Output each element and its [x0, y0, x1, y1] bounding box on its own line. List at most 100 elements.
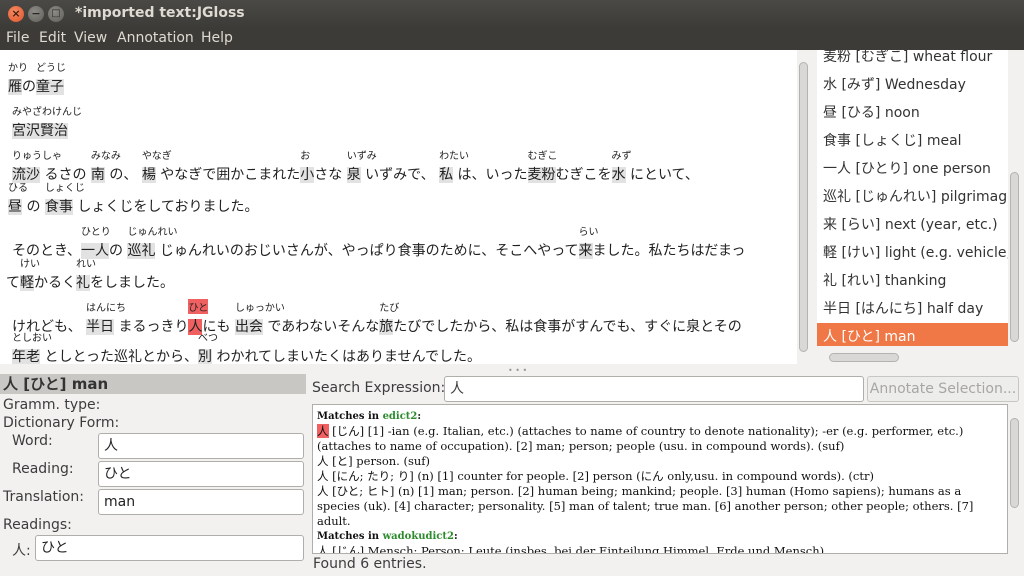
word-text: 食事 — [44, 199, 73, 215]
word-text: 半日 — [86, 319, 115, 335]
window-title: *imported text:JGloss — [75, 5, 245, 21]
plain-text: たびでしたから、私は食事がすんでも、すぐに泉とその — [393, 319, 742, 335]
annotated-word[interactable]: しゅっかい 出会 — [234, 303, 285, 336]
word-reading: しょくじ — [44, 183, 85, 194]
annotated-word[interactable]: れい礼 — [76, 259, 96, 292]
document-scrollbar-thumb[interactable] — [799, 62, 808, 352]
gramm-type-label: Gramm. type: — [3, 397, 101, 413]
menu-edit[interactable]: Edit — [39, 30, 66, 46]
menu-file[interactable]: File — [6, 30, 29, 46]
annotated-word[interactable]: むぎこ 麦粉 — [527, 151, 558, 184]
reading-label: Reading: — [12, 461, 74, 477]
word-reading: みず — [611, 151, 632, 162]
readings-item-label: 人: — [12, 543, 31, 559]
plain-text: かるく — [34, 275, 76, 291]
close-window-button[interactable]: × — [8, 6, 24, 22]
annotation-list-item[interactable]: 人 [ひと] man — [817, 323, 1008, 346]
plain-text: としとった巡礼とから、 — [40, 349, 199, 364]
word-reading: りゅうしゃ — [12, 151, 62, 162]
word-text: 童子 — [36, 79, 64, 95]
annotation-list-scrollbar-thumb[interactable] — [1010, 172, 1019, 342]
annotation-list-item[interactable]: 来 [らい] next (year, etc.) — [817, 211, 1008, 239]
readings-item-field[interactable]: ひと — [35, 535, 304, 561]
translation-label: Translation: — [3, 489, 84, 505]
plain-text: の — [109, 243, 128, 259]
reading-field[interactable]: ひと — [98, 461, 304, 487]
dictionary-form-label: Dictionary Form: — [3, 415, 120, 431]
annotated-word[interactable]: はんにち 半日 — [86, 303, 126, 336]
menu-annotation[interactable]: Annotation — [117, 30, 194, 46]
annotated-word[interactable]: みず水 — [611, 151, 632, 184]
annotation-list-item[interactable]: 麦粉 [むぎこ] wheat flour — [817, 50, 1008, 71]
word-reading: たび — [379, 303, 400, 314]
results-scrollbar-thumb[interactable] — [1010, 418, 1019, 508]
annotation-list-item[interactable]: 食事 [しょくじ] meal — [817, 127, 1008, 155]
annotation-list-hscrollbar-thumb[interactable] — [829, 353, 899, 362]
annotated-word[interactable]: お小 — [300, 151, 315, 184]
matches-header: Matches in wadokudict2: — [317, 531, 458, 542]
dictionary-entry: 人 [と] person. (suf) — [317, 454, 431, 468]
word-reading: かり — [8, 63, 28, 74]
annotated-word[interactable]: ひる昼 — [8, 183, 28, 216]
annotated-word[interactable]: しょくじ 食事 — [44, 183, 85, 216]
plain-text: じゅんれいのおじいさんが、やっぱり食事のために、そこへやって — [155, 243, 579, 259]
word-reading: みやざわけんじ — [12, 107, 82, 118]
word-label: Word: — [12, 433, 53, 449]
annotated-word[interactable]: いずみ泉 — [346, 151, 377, 184]
translation-field[interactable]: man — [98, 489, 304, 515]
annotation-list-hscrollbar[interactable] — [817, 350, 1008, 366]
word-reading: ひと — [188, 299, 209, 314]
word-reading: べつ — [198, 333, 219, 344]
text-line: てけい 軽かるく れい 礼をしました。 — [6, 259, 174, 292]
annotated-word[interactable]: らい来 — [578, 227, 599, 260]
word-field[interactable]: 人 — [98, 433, 304, 459]
text-line: りゅうしゃ 流沙 るさの みなみ南 の、 やなぎ楊 やなぎで囲かこまれたお小さな … — [12, 151, 699, 184]
document-scrollbar[interactable] — [797, 50, 813, 366]
dictionary-name: wadokudict2 — [382, 531, 454, 542]
annotated-word[interactable]: みなみ南 — [90, 151, 121, 184]
menu-view[interactable]: View — [74, 30, 107, 46]
annotation-list-item[interactable]: 半日 [はんにち] half day — [817, 295, 1008, 323]
annotated-word[interactable]: みやざわけんじ 宮沢賢治 — [12, 107, 82, 140]
annotation-list-item[interactable]: 一人 [ひとり] one person — [817, 155, 1008, 183]
annotation-list-scrollbar[interactable] — [1008, 50, 1024, 350]
word-text: 巡礼 — [127, 243, 156, 259]
annotated-word[interactable]: かり雁 — [8, 63, 28, 96]
annotated-word[interactable]: じゅんれい 巡礼 — [127, 227, 177, 260]
word-text: 出会 — [234, 319, 263, 335]
annotated-word[interactable]: どうじ 童子 — [36, 63, 66, 96]
plain-text: の — [22, 199, 45, 215]
plain-text: をしました。 — [90, 275, 174, 291]
annotation-list[interactable]: 麦粉 [むぎこ] wheat flour 水 [みず] Wednesday 昼 [ひ… — [817, 50, 1008, 346]
annotation-list-item[interactable]: 軽 [けい] light (e.g. vehicle, — [817, 239, 1008, 267]
plain-text: の — [22, 79, 36, 95]
annotated-document-view[interactable]: かり 雁の どうじ 童子 みやざわけんじ 宮沢賢治 りゅうしゃ 流沙 るさの みなみ南 の、 … — [0, 50, 797, 364]
title-bar: × − □ *imported text:JGloss — [0, 0, 1024, 28]
annotated-word[interactable]: けい軽 — [20, 259, 40, 292]
word-text: 年老 — [12, 349, 40, 364]
menu-help[interactable]: Help — [201, 30, 233, 46]
annotation-list-item[interactable]: 礼 [れい] thanking — [817, 267, 1008, 295]
word-reading: としおい — [12, 333, 52, 344]
splitter-handle[interactable]: • • • — [508, 366, 527, 375]
annotation-list-item[interactable]: 昼 [ひる] noon — [817, 99, 1008, 127]
dictionary-results: Matches in edict2: 人 [じん] [1] -ian (e.g. … — [312, 404, 1008, 554]
editor-header: 人 [ひと] man — [0, 374, 306, 394]
annotated-word[interactable]: べつ別 — [198, 333, 218, 364]
annotated-word[interactable]: たび旅 — [379, 303, 399, 336]
annotated-word[interactable]: わたい私 — [439, 151, 469, 184]
annotated-word[interactable]: やなぎ楊 — [141, 151, 172, 184]
minimize-window-button[interactable]: − — [28, 6, 44, 22]
word-reading: いずみ — [346, 151, 377, 162]
plain-text: やなぎで囲かこまれた — [155, 167, 301, 183]
annotation-list-item[interactable]: 巡礼 [じゅんれい] pilgrimage — [817, 183, 1008, 211]
annotation-list-item[interactable]: 水 [みず] Wednesday — [817, 71, 1008, 99]
word-reading: どうじ — [36, 63, 66, 74]
results-scrollbar[interactable] — [1008, 404, 1024, 554]
search-input[interactable]: 人 — [444, 376, 864, 402]
annotated-word[interactable]: としおい 年老 — [12, 333, 52, 364]
word-reading: じゅんれい — [127, 227, 178, 238]
annotate-selection-button[interactable]: Annotate Selection... — [867, 376, 1019, 402]
status-bar-text: Found 6 entries. — [313, 556, 427, 572]
maximize-window-button[interactable]: □ — [48, 6, 64, 22]
